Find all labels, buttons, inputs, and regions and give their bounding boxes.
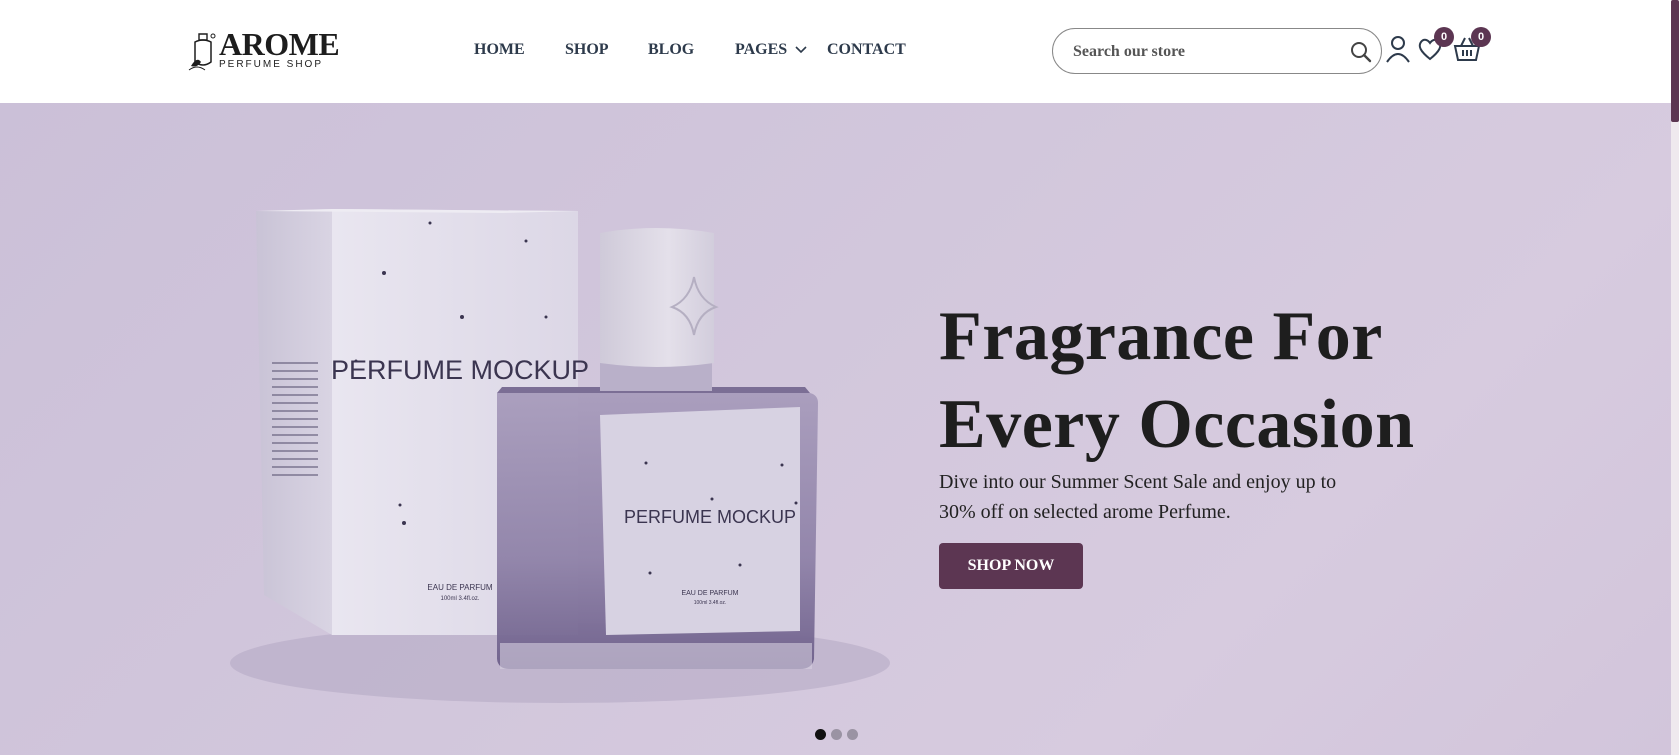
chevron-down-icon[interactable] [795, 45, 807, 55]
brand-title: AROME [219, 26, 340, 62]
search-input[interactable] [1073, 41, 1333, 63]
box-subtext: EAU DE PARFUM [427, 583, 493, 592]
shop-now-button[interactable]: SHOP NOW [939, 543, 1083, 589]
perfume-bottle-logo-icon [188, 33, 216, 71]
bottle-label: PERFUME MOCKUP [624, 507, 796, 527]
hero-slider: PERFUME MOCKUP EAU DE PARFUM 100ml 3.4fl… [0, 103, 1671, 755]
cart-count-badge: 0 [1471, 27, 1491, 47]
bottle-subtext: EAU DE PARFUM [681, 590, 738, 597]
box-volume: 100ml 3.4fl.oz. [440, 596, 479, 602]
box-label: PERFUME MOCKUP [331, 355, 589, 385]
cart-button[interactable]: 0 [1452, 27, 1496, 66]
brand-subtitle: PERFUME SHOP [219, 59, 324, 70]
nav-item-blog[interactable]: BLOG [648, 41, 694, 59]
wishlist-count-badge: 0 [1434, 27, 1454, 47]
slider-dot-3[interactable] [847, 729, 858, 740]
site-header: AROME PERFUME SHOP HOME SHOP BLOG PAGES … [0, 0, 1679, 103]
nav-item-pages[interactable]: PAGES [735, 41, 787, 59]
hero-title: Fragrance For Every Occasion [939, 293, 1499, 469]
search-box [1052, 28, 1382, 74]
perfume-product-image: PERFUME MOCKUP EAU DE PARFUM 100ml 3.4fl… [230, 209, 890, 703]
slider-dot-2[interactable] [831, 729, 842, 740]
nav-item-shop[interactable]: SHOP [565, 41, 609, 59]
page-scrollbar[interactable] [1671, 0, 1679, 755]
nav-item-contact[interactable]: CONTACT [827, 41, 906, 59]
brand-logo[interactable]: AROME PERFUME SHOP [187, 26, 340, 74]
slider-dot-1[interactable] [815, 729, 826, 740]
hero-description: Dive into our Summer Scent Sale and enjo… [939, 471, 1337, 523]
scrollbar-thumb[interactable] [1671, 0, 1679, 122]
search-icon[interactable] [1349, 40, 1373, 64]
nav-item-home[interactable]: HOME [474, 41, 525, 59]
hero-title-line-1: Fragrance For [939, 298, 1383, 375]
bottle-volume: 100ml 3.4fl.oz. [694, 600, 727, 606]
user-icon[interactable] [1384, 34, 1412, 64]
hero-title-line-2: Every Occasion [939, 386, 1415, 463]
